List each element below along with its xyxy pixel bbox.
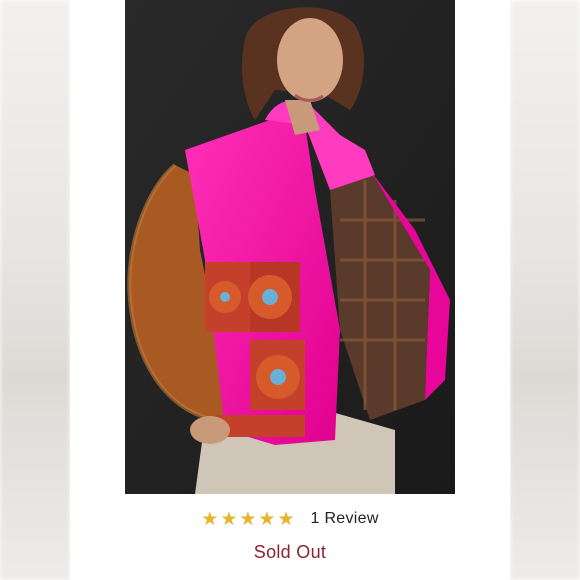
review-count-link[interactable]: 1 Review (311, 510, 379, 528)
blurred-backdrop-left (0, 0, 70, 580)
star-icon: ★ (258, 507, 276, 530)
star-icon: ★ (201, 507, 219, 530)
product-photo-illustration (125, 0, 455, 494)
blurred-backdrop-right (510, 0, 580, 580)
product-card: ★ ★ ★ ★ ★ 1 Review Sold Out (70, 0, 510, 580)
rating-row[interactable]: ★ ★ ★ ★ ★ 1 Review (70, 506, 510, 532)
product-photo[interactable] (125, 0, 455, 494)
star-icon: ★ (277, 507, 295, 530)
rating-stars: ★ ★ ★ ★ ★ (201, 507, 295, 530)
star-icon: ★ (220, 507, 238, 530)
availability-status: Sold Out (253, 542, 327, 562)
star-icon: ★ (239, 507, 257, 530)
